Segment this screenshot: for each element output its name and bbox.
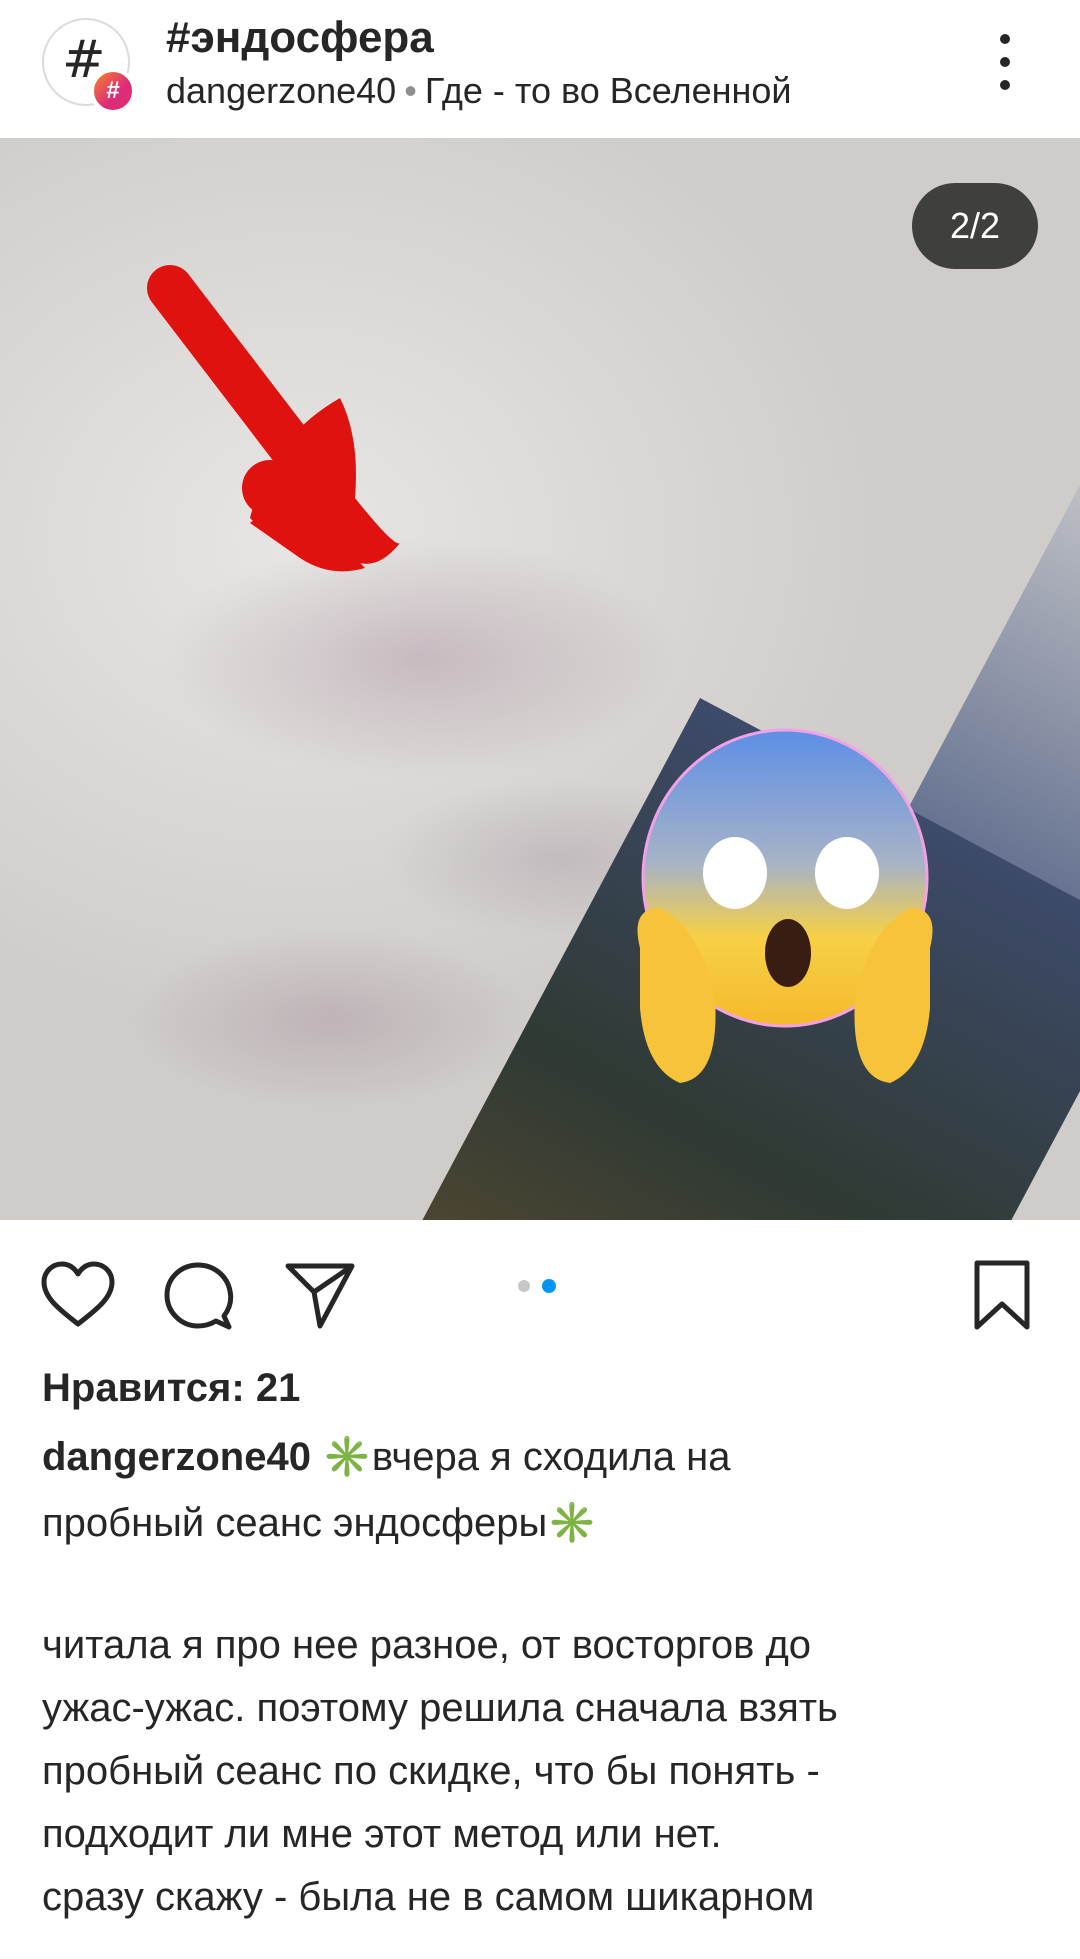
post-screen: # # #эндосфера dangerzone40 • Где - то во … — [0, 0, 1080, 1959]
location-link[interactable]: Где - то во Вселенной — [425, 70, 792, 111]
carousel-counter: 2/2 — [912, 183, 1038, 269]
post-subtitle: dangerzone40 • Где - то во Вселенной — [166, 66, 792, 116]
caption-text-line2: пробный сеанс эндосферы — [42, 1501, 548, 1545]
hashtag-badge-icon: # — [90, 68, 136, 114]
photo-overlay — [147, 265, 933, 1083]
likes-count[interactable]: Нравится: 21 — [42, 1360, 300, 1416]
sparkle-icon: ✳️ — [322, 1435, 372, 1479]
username-link[interactable]: dangerzone40 — [166, 70, 396, 111]
hashtag-title[interactable]: #эндосфера — [166, 10, 434, 66]
carousel-dot-active — [542, 1279, 556, 1293]
carousel-dot — [518, 1280, 530, 1292]
caption-username[interactable]: dangerzone40 — [42, 1435, 311, 1479]
post-photo[interactable]: 2/2 — [0, 138, 1080, 1220]
comment-icon[interactable] — [162, 1260, 234, 1332]
caption-text-line1: вчера я сходила на — [371, 1435, 731, 1479]
caption-body: читала я про нее разное, от восторгов до… — [42, 1623, 838, 1919]
post-header: # # #эндосфера dangerzone40 • Где - то во … — [0, 0, 1080, 138]
heart-icon[interactable] — [40, 1260, 116, 1330]
bookmark-icon[interactable] — [972, 1258, 1032, 1332]
more-vertical-icon[interactable] — [990, 34, 1020, 90]
carousel-dots — [518, 1279, 562, 1293]
sparkle-icon: ✳️ — [547, 1501, 598, 1545]
send-icon[interactable] — [284, 1260, 356, 1330]
hashtag-avatar[interactable]: # # — [42, 18, 136, 114]
shocked-face-emoji — [637, 728, 933, 1083]
post-caption: dangerzone40 ✳️вчера я сходила на пробны… — [42, 1424, 1042, 1556]
separator-dot: • — [404, 70, 417, 111]
red-arrow-sticker — [147, 265, 400, 572]
